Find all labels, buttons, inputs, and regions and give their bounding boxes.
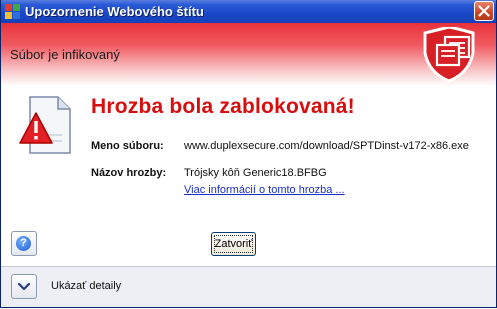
title-bar[interactable]: Upozornenie Webového štítu [1, 0, 496, 23]
status-text: Súbor je infikovaný [10, 47, 120, 62]
threat-blocked-title: Hrozba bola zablokovaná! [91, 95, 355, 118]
details-footer: Ukázať detaily [1, 266, 496, 307]
alert-window: Upozornenie Webového štítu Súbor je infi… [0, 0, 497, 308]
status-header: Súbor je infikovaný [1, 23, 496, 86]
warning-document-icon [19, 96, 71, 154]
help-button[interactable]: ? [11, 231, 37, 256]
file-name-label: Meno súboru: [91, 140, 164, 152]
threat-name-value: Trójsky kôň Generic18.BFBG [184, 167, 327, 179]
shield-icon [423, 27, 475, 83]
file-name-value: www.duplexsecure.com/download/SPTDinst-v… [184, 140, 469, 152]
more-info-link[interactable]: Viac informácií o tomto hrozba ... [184, 184, 345, 196]
avg-logo-icon [5, 4, 20, 19]
show-details-label[interactable]: Ukázať detaily [51, 280, 121, 292]
focus-ring [214, 235, 253, 253]
threat-name-label: Názov hrozby: [91, 167, 167, 179]
close-icon [478, 5, 490, 17]
window-title: Upozornenie Webového štítu [25, 4, 204, 19]
chevron-down-icon [18, 283, 30, 291]
close-button[interactable]: Zatvoriť [211, 232, 256, 256]
window-close-button[interactable] [474, 1, 494, 21]
help-icon: ? [16, 236, 31, 251]
expand-details-button[interactable] [11, 274, 37, 299]
